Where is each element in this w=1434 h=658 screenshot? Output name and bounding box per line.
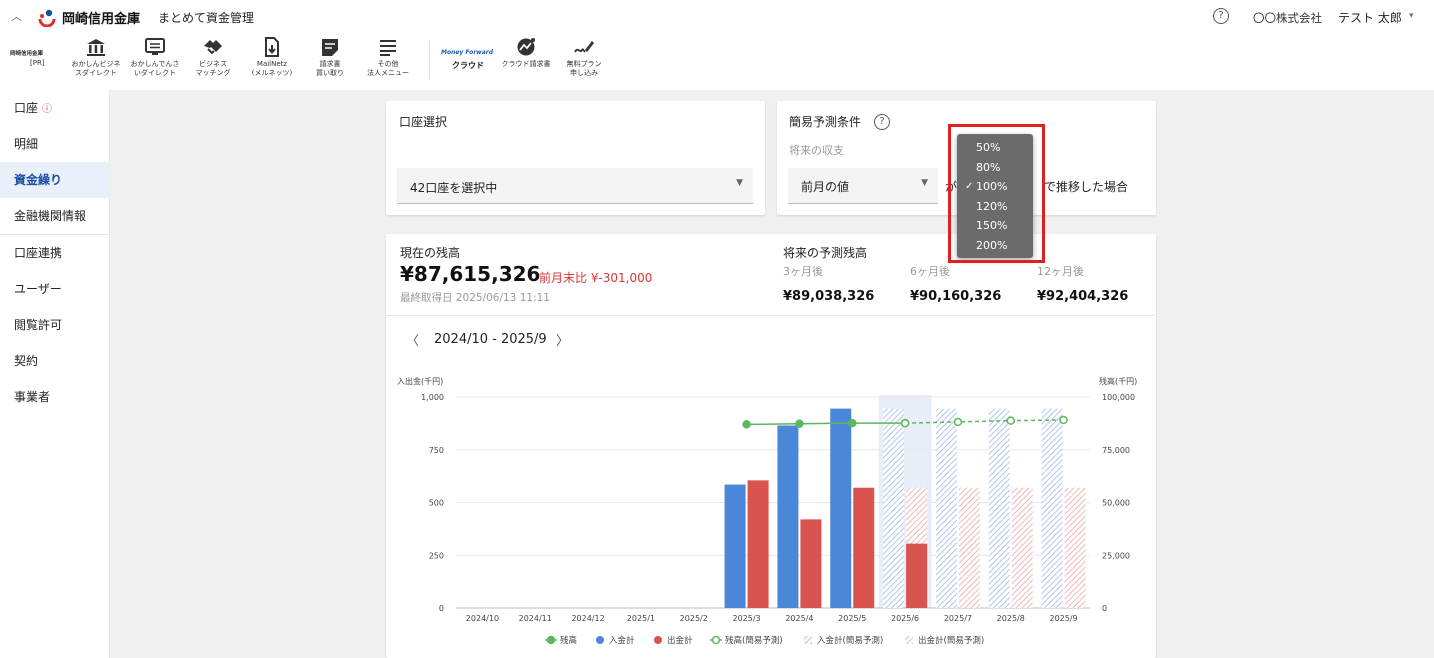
- period-label: 2024/10 - 2025/9: [434, 332, 547, 347]
- sidebar-item-label: 口座連携: [14, 246, 63, 260]
- toolbar-item-label: おかしんでんさ いダイレクト: [130, 60, 180, 77]
- document-download-icon: [265, 37, 279, 57]
- forecast-3m-value: ¥89,038,326: [783, 289, 875, 304]
- toolbar-item-other-menu[interactable]: その他 法人メニュー: [362, 37, 414, 78]
- toolbar-item-label: MailNetz (メルネッツ): [251, 60, 293, 77]
- money-forward-logo[interactable]: Money Forward: [441, 49, 493, 56]
- forecast-balance-label: 将来の予測残高: [783, 246, 868, 260]
- money-forward-cloud-label[interactable]: クラウド: [452, 60, 484, 71]
- current-balance-label: 現在の残高: [400, 246, 461, 260]
- sidebar-item-label: 閲覧許可: [14, 318, 63, 332]
- warning-icon: ⓘ: [42, 104, 53, 115]
- sidebar-item-account-link[interactable]: 口座連携: [0, 235, 110, 271]
- forecast-6m-value: ¥90,160,326: [910, 289, 1002, 304]
- signature-icon: [574, 41, 594, 53]
- service-toolbar: 岡崎信用金庫 [PR] おかしんビジネ スダイレクト おかしんでんさ いダイレク…: [0, 33, 1434, 90]
- toolbar-item-mailnetz[interactable]: MailNetz (メルネッツ): [246, 37, 298, 78]
- toolbar-item-label: 無料プラン 申し込み: [566, 60, 602, 77]
- account-select[interactable]: 42口座を選択中 ▼: [397, 168, 753, 204]
- help-circle-icon[interactable]: ?: [1213, 8, 1229, 24]
- sidebar-item-business[interactable]: 事業者: [0, 379, 110, 415]
- account-select-card: 口座選択 42口座を選択中 ▼: [386, 101, 765, 215]
- account-card-title: 口座選択: [399, 115, 448, 129]
- toolbar-item-business-direct[interactable]: おかしんビジネ スダイレクト: [67, 37, 125, 78]
- invoice-icon: [322, 39, 338, 56]
- mf-invoice-icon: [517, 38, 535, 56]
- top-header: ︿ 岡崎信用金庫 まとめて資金管理 ? 〇〇株式会社 テスト 太郎 ▾: [0, 0, 1434, 33]
- toolbar-item-label: クラウド請求書: [501, 60, 551, 68]
- sidebar-item-permissions[interactable]: 閲覧許可: [0, 307, 110, 343]
- sidebar-item-label: 明細: [14, 137, 39, 151]
- bank-name: 岡崎信用金庫: [62, 12, 141, 27]
- toolbar-item-free-plan[interactable]: 無料プラン 申し込み: [561, 37, 607, 78]
- sidebar-item-institutions[interactable]: 金融機関情報: [0, 198, 110, 234]
- toolbar-item-label: おかしんビジネ スダイレクト: [71, 60, 121, 77]
- app-title: まとめて資金管理: [158, 11, 255, 25]
- sidebar-item-label: ユーザー: [14, 282, 62, 296]
- account-select-value: 42口座を選択中: [410, 181, 498, 195]
- chevron-left-icon[interactable]: 〈: [406, 330, 419, 349]
- month-diff-value: 前月末比 ¥-301,000: [539, 271, 653, 285]
- user-menu[interactable]: テスト 太郎: [1338, 9, 1402, 26]
- handshake-icon: [204, 40, 222, 55]
- last-fetched-label: 最終取得日 2025/06/13 11:11: [400, 292, 550, 304]
- card-divider: [386, 315, 1156, 316]
- sidebar-item-label: 資金繰り: [14, 173, 63, 187]
- toolbar-item-label: 請求書 買い取り: [316, 60, 344, 77]
- pr-bank-logo[interactable]: 岡崎信用金庫: [10, 49, 43, 57]
- forecast-12m-label: 12ヶ月後: [1037, 265, 1084, 278]
- forecast-card-title: 簡易予測条件: [789, 115, 862, 129]
- chevron-right-icon[interactable]: 〉: [556, 330, 569, 349]
- dropdown-caret-icon: ▼: [736, 178, 743, 188]
- toolbar-divider: [429, 41, 430, 79]
- annotation-highlight-box: [948, 124, 1045, 263]
- sidebar-item-accounts[interactable]: 口座 ⓘ: [0, 90, 110, 126]
- sidebar-item-label: 金融機関情報: [14, 209, 87, 223]
- dropdown-caret-icon: ▼: [921, 178, 928, 188]
- toolbar-item-cloud-invoice[interactable]: クラウド請求書: [496, 37, 556, 69]
- current-balance-value: ¥87,615,326: [400, 262, 541, 286]
- forecast-suffix-text: で推移した場合: [1044, 180, 1129, 194]
- toolbar-item-invoice-purchase[interactable]: 請求書 買い取り: [310, 37, 350, 78]
- forecast-12m-value: ¥92,404,326: [1037, 289, 1129, 304]
- sidebar-item-label: 事業者: [14, 390, 51, 404]
- bank-icon: [87, 39, 105, 56]
- forecast-6m-label: 6ヶ月後: [910, 265, 950, 278]
- sidebar-item-label: 契約: [14, 354, 39, 368]
- help-circle-icon[interactable]: ?: [874, 114, 890, 130]
- pr-label: [PR]: [30, 59, 45, 67]
- menu-icon: [380, 40, 396, 56]
- toolbar-item-label: その他 法人メニュー: [367, 60, 409, 77]
- toolbar-item-label: ビジネス マッチング: [195, 60, 231, 77]
- sidebar: 口座 ⓘ 明細 資金繰り 金融機関情報 口座連携 ユーザー 閲覧許可 契約 事業者: [0, 90, 110, 658]
- sidebar-item-label: 口座: [14, 101, 39, 115]
- sidebar-item-users[interactable]: ユーザー: [0, 271, 110, 307]
- toolbar-item-business-matching[interactable]: ビジネス マッチング: [188, 37, 238, 78]
- balance-chart-card: 現在の残高 ¥87,615,326 前月末比 ¥-301,000 最終取得日 2…: [386, 234, 1156, 658]
- toolbar-item-densai-direct[interactable]: おかしんでんさ いダイレクト: [126, 37, 184, 78]
- sidebar-item-cashflow[interactable]: 資金繰り: [0, 162, 110, 198]
- forecast-base-value: 前月の値: [801, 180, 850, 194]
- chevron-down-icon[interactable]: ▾: [1409, 11, 1414, 21]
- future-income-label: 将来の収支: [789, 144, 844, 157]
- company-name: 〇〇株式会社: [1253, 11, 1322, 25]
- sidebar-item-statements[interactable]: 明細: [0, 126, 110, 162]
- forecast-3m-label: 3ヶ月後: [783, 265, 823, 278]
- chevron-up-icon[interactable]: ︿: [11, 8, 22, 24]
- bank-logo-icon: [38, 9, 56, 27]
- sidebar-item-contract[interactable]: 契約: [0, 343, 110, 379]
- monitor-icon: [145, 38, 165, 55]
- forecast-base-select[interactable]: 前月の値 ▼: [788, 168, 938, 204]
